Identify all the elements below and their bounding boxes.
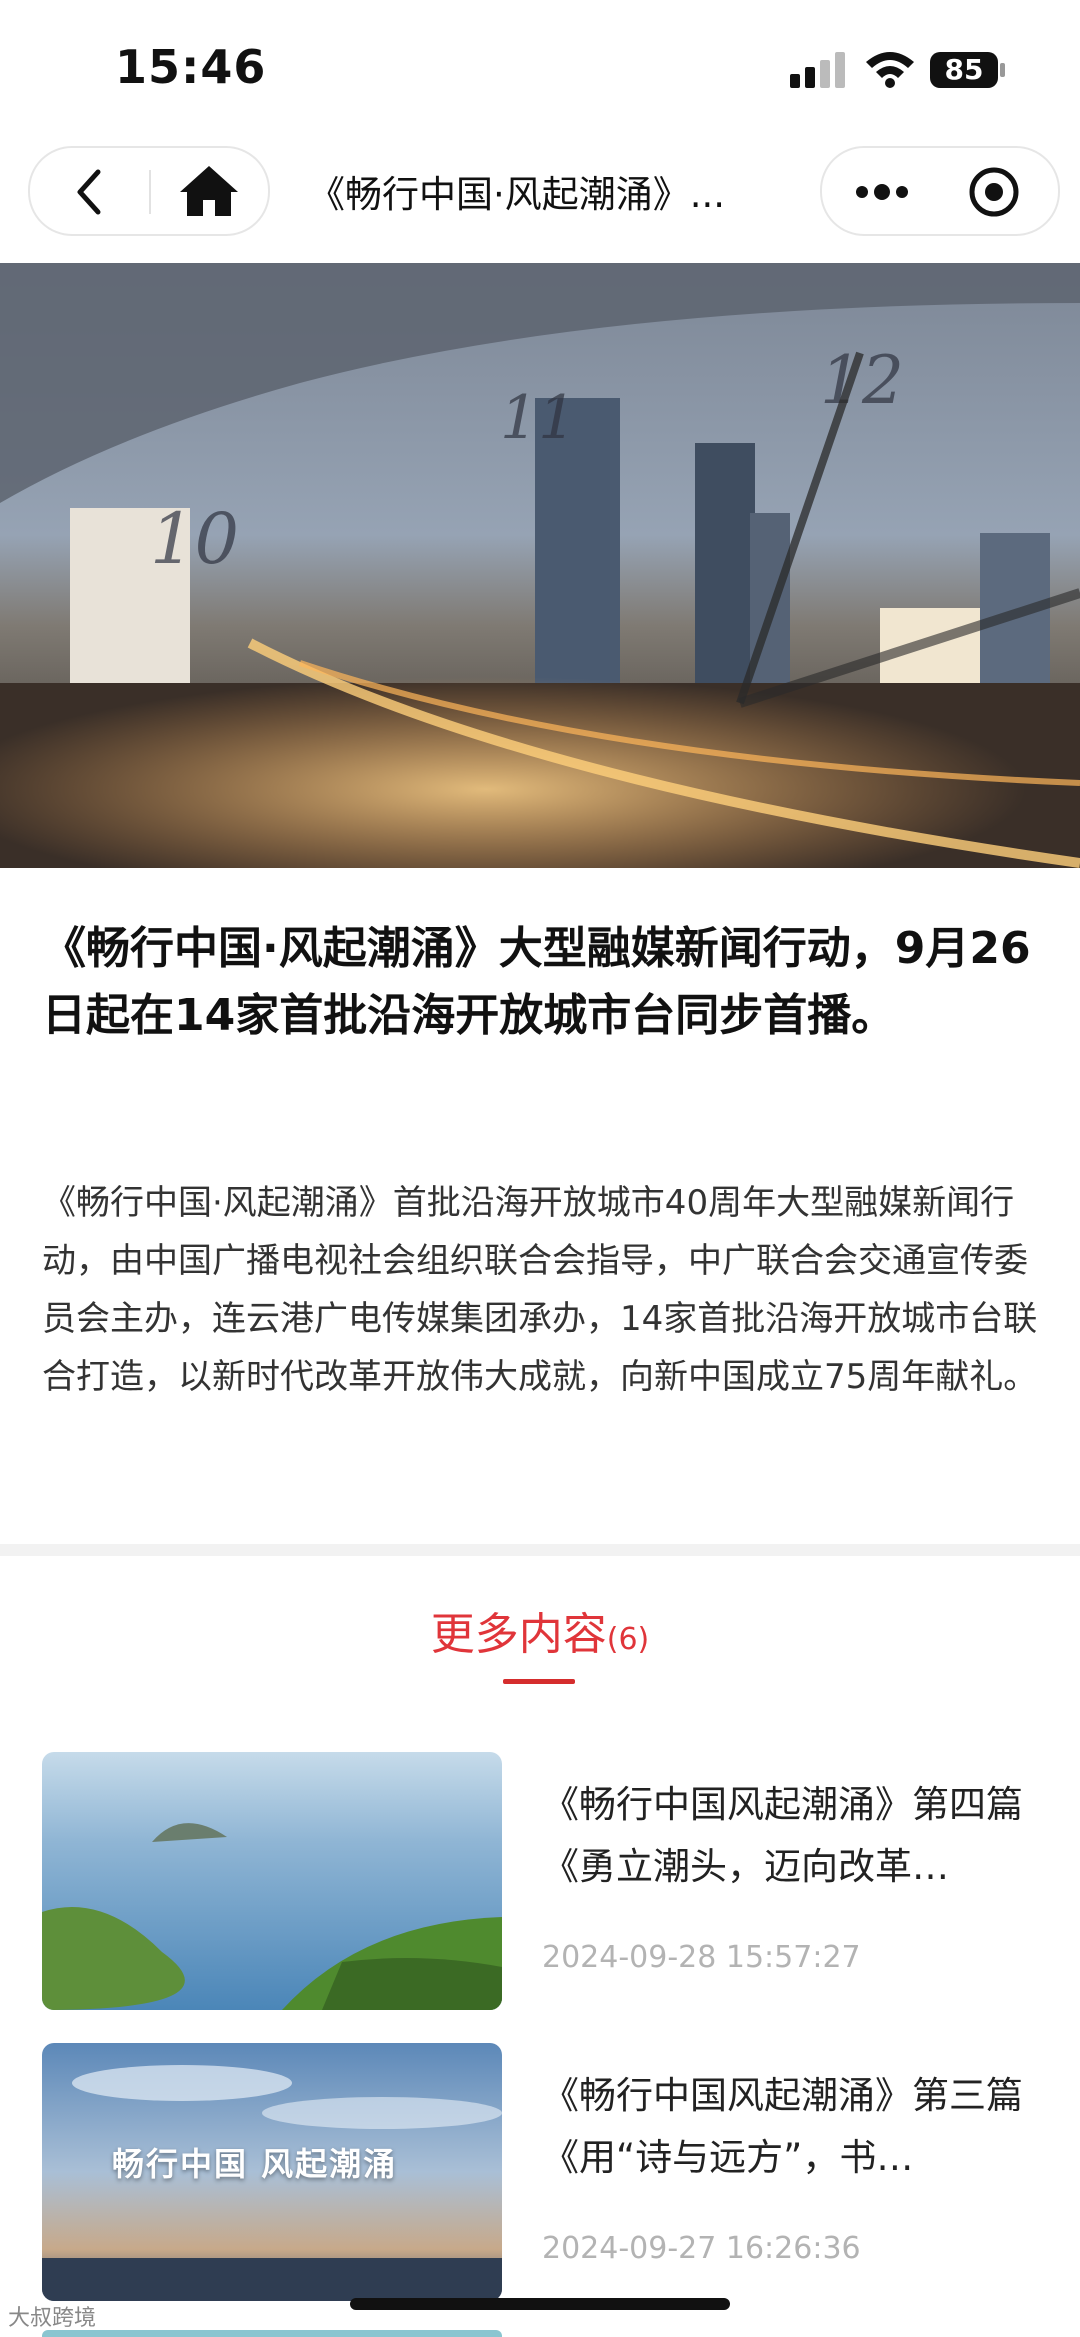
svg-text:10: 10 [150,498,239,580]
svg-text:11: 11 [500,383,576,453]
battery-level: 85 [944,53,984,86]
cellular-signal-icon [790,52,845,88]
close-miniprogram-icon[interactable] [968,166,1020,218]
nav-left-capsule [28,146,270,236]
list-item[interactable]: 《畅行中国风起潮涌》第四篇《勇立潮头，迈向改革… 2024-09-28 15:5… [42,1752,1042,2012]
article-headline: 《畅行中国·风起潮涌》大型融媒新闻行动，9月26日起在14家首批沿海开放城市台同… [42,923,1031,1041]
item-title: 《畅行中国风起潮涌》第三篇《用“诗与远方”，书… [542,2074,1023,2179]
back-icon[interactable] [60,166,120,218]
svg-text:12: 12 [820,342,904,419]
page-title: 《畅行中国·风起潮涌》... [308,173,726,216]
nav-right-capsule [820,146,1060,236]
more-content-count: (6) [606,1622,650,1657]
article-summary: 《畅行中国·风起潮涌》首批沿海开放城市40周年大型融媒新闻行动，由中国广播电视社… [42,1183,1038,1397]
item-date: 2024-09-28 15:57:27 [542,1940,861,1975]
status-time: 15:46 [115,40,267,94]
more-content-title: 更多内容 [430,1609,607,1660]
watermark: 大叔跨境 [8,2306,97,2331]
item-date: 2024-09-27 16:26:36 [542,2231,861,2266]
nav-bar: 《畅行中国·风起潮涌》... [0,140,1080,255]
more-icon[interactable] [852,170,912,214]
battery-icon: 85 [930,50,1008,90]
list-item[interactable]: 畅行中国 风起潮涌 《畅行中国风起潮涌》第三篇《用“诗与远方”，书… 2024-… [42,2043,1042,2303]
more-content-underline [503,1679,575,1684]
item-title: 《畅行中国风起潮涌》第四篇《勇立潮头，迈向改革… [542,1783,1023,1888]
next-item-thumbnail-peek [42,2330,502,2337]
status-bar: 15:46 85 [0,0,1080,140]
section-divider [0,1544,1080,1556]
thumbnail-caption: 畅行中国 风起潮涌 [112,2145,398,2183]
nav-divider [149,170,151,214]
home-icon[interactable] [178,162,240,220]
wifi-icon [866,52,914,88]
item-thumbnail [42,1752,502,2010]
hero-image: 10 11 12 [0,263,1080,868]
more-content-header: 更多内容(6) [0,1598,1080,1662]
home-indicator[interactable] [350,2298,730,2310]
